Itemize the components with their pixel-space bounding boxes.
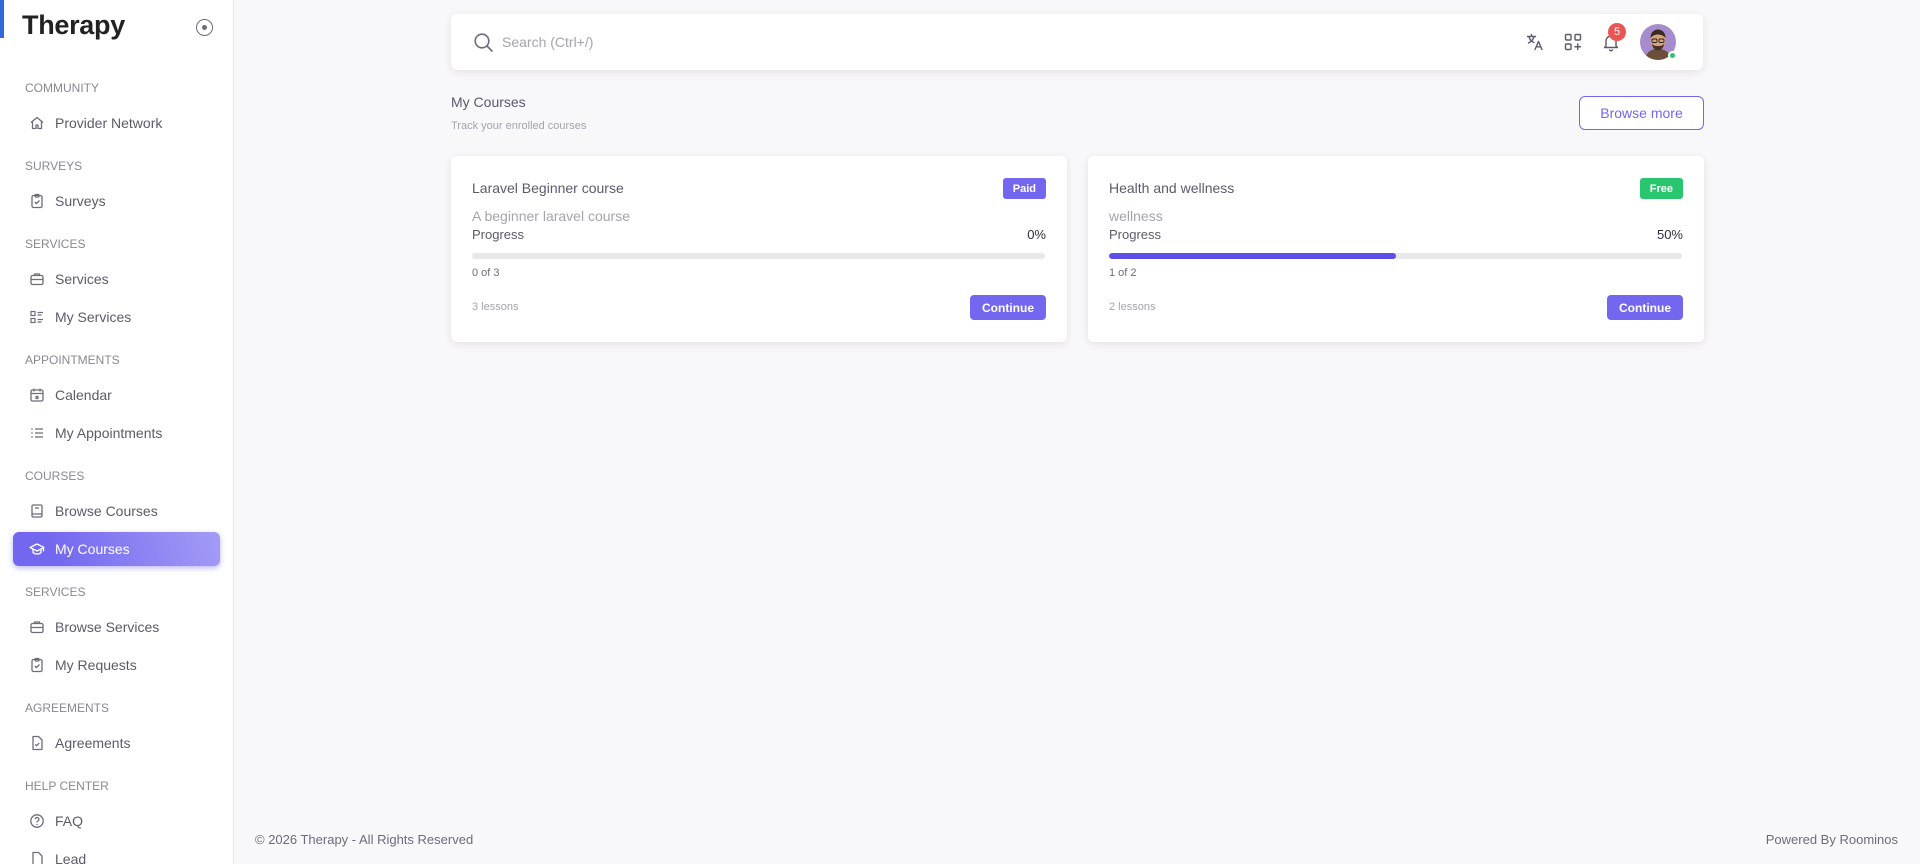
continue-button[interactable]: Continue [970,295,1046,320]
apps-add-icon[interactable] [1562,31,1584,53]
sidebar-item-label: Provider Network [55,115,163,131]
search-icon[interactable] [473,32,494,58]
course-card: Health and wellness Free wellness Progre… [1088,156,1704,342]
brand-accent-bar [0,0,4,38]
progress-label: Progress [472,227,525,242]
course-badge-free: Free [1639,178,1683,199]
clipboard-check-icon [29,657,45,673]
sidebar-item-label: Browse Services [55,619,160,635]
calendar-icon [29,387,45,403]
file-icon [29,851,45,864]
sidebar-item-faq[interactable]: FAQ [13,804,220,838]
footer-copyright: © 2026 Therapy - All Rights Reserved [255,832,474,847]
lesson-count: 1 of 2 [1109,267,1137,279]
menu-section-services-2: SERVICES [25,585,86,599]
sidebar-item-label: My Services [55,309,132,325]
help-circle-icon [29,813,45,829]
course-description: A beginner laravel course [472,208,630,224]
menu-section-surveys: SURVEYS [25,159,83,173]
browse-more-button[interactable]: Browse more [1579,96,1704,130]
sidebar-item-my-courses[interactable]: My Courses [13,532,220,566]
course-title: Laravel Beginner course [472,180,624,196]
graduation-cap-icon [29,541,45,557]
course-card: Laravel Beginner course Paid A beginner … [451,156,1067,342]
clipboard-check-icon [29,193,45,209]
brand-title[interactable]: Therapy [22,10,125,41]
menu-section-courses: COURSES [25,469,85,483]
progress-bar [472,253,1045,259]
file-check-icon [29,735,45,751]
continue-button[interactable]: Continue [1607,295,1683,320]
sidebar-item-calendar[interactable]: Calendar [13,378,220,412]
avatar[interactable] [1640,24,1677,60]
menu-section-community: COMMUNITY [25,81,99,95]
course-description: wellness [1109,208,1163,224]
top-navbar: 5 [451,14,1703,70]
progress-fill [1109,253,1396,259]
sidebar-item-services[interactable]: Services [13,262,220,296]
home-icon [29,115,45,131]
sidebar-item-my-services[interactable]: My Services [13,300,220,334]
list-details-icon [29,309,45,325]
page-title: My Courses [451,94,526,110]
sidebar-item-provider-network[interactable]: Provider Network [13,106,220,140]
sidebar-item-my-appointments[interactable]: My Appointments [13,416,220,450]
online-status-dot [1668,51,1677,60]
menu-section-help-center: HELP CENTER [25,779,109,793]
sidebar-item-browse-courses[interactable]: Browse Courses [13,494,220,528]
sidebar-item-label: Browse Courses [55,503,158,519]
sidebar-toggle-icon[interactable] [196,19,213,36]
lessons-total: 2 lessons [1109,301,1156,313]
footer-powered-by[interactable]: Powered By Roominos [1766,832,1898,847]
sidebar-menu: COMMUNITY Provider Network SURVEYS Surve… [0,52,233,864]
sidebar-item-label: My Requests [55,657,137,673]
book-icon [29,503,45,519]
brand: Therapy [0,0,233,52]
list-icon [29,425,45,441]
briefcase-icon [29,271,45,287]
translate-icon[interactable] [1524,31,1546,53]
sidebar-item-lead[interactable]: Lead [13,842,220,864]
page-subtitle: Track your enrolled courses [451,120,587,132]
lesson-count: 0 of 3 [472,267,500,279]
sidebar-item-label: Services [55,271,109,287]
sidebar-item-agreements[interactable]: Agreements [13,726,220,760]
sidebar-item-browse-services[interactable]: Browse Services [13,610,220,644]
menu-section-agreements: AGREEMENTS [25,701,110,715]
sidebar-item-label: FAQ [55,813,84,829]
sidebar-item-label: My Courses [55,541,130,557]
search-input[interactable] [502,32,1002,52]
menu-section-appointments: APPOINTMENTS [25,353,120,367]
sidebar-item-label: Lead [55,851,87,864]
progress-bar [1109,253,1682,259]
progress-value: 50% [1656,227,1683,242]
notification-badge: 5 [1608,23,1626,41]
progress-value: 0% [1027,227,1046,242]
lessons-total: 3 lessons [472,301,519,313]
sidebar-item-label: My Appointments [55,425,163,441]
sidebar-item-label: Agreements [55,735,131,751]
course-badge-paid: Paid [1002,178,1046,199]
sidebar-item-my-requests[interactable]: My Requests [13,648,220,682]
briefcase-icon [29,619,45,635]
sidebar-item-surveys[interactable]: Surveys [13,184,220,218]
course-title: Health and wellness [1109,180,1235,196]
progress-label: Progress [1109,227,1162,242]
menu-section-services: SERVICES [25,237,86,251]
sidebar-item-label: Surveys [55,193,106,209]
sidebar-item-label: Calendar [55,387,112,403]
sidebar: Therapy COMMUNITY Provider Network SURVE… [0,0,234,864]
